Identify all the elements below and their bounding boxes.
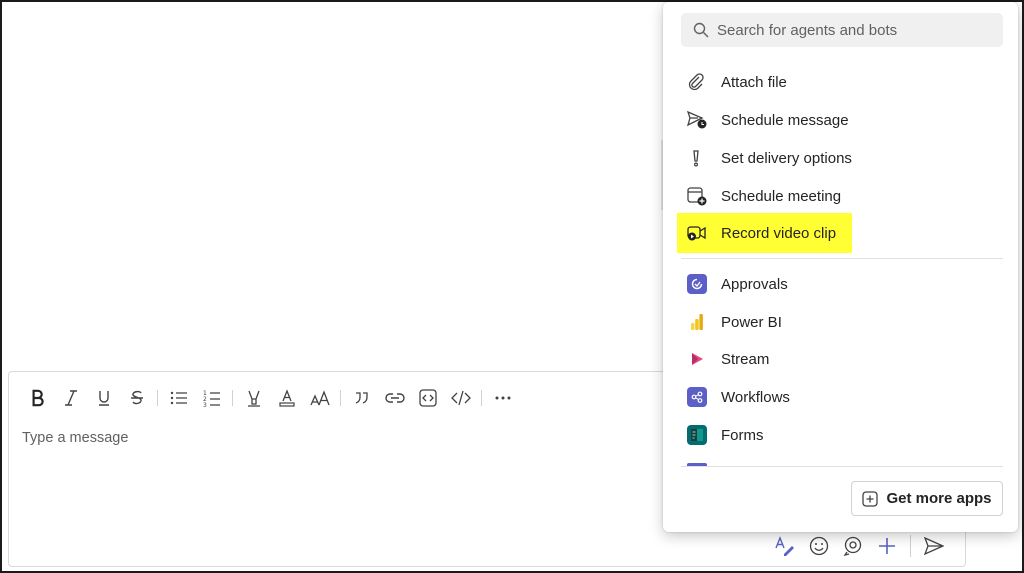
- bulleted-list-icon: [170, 391, 187, 405]
- menu-item-stream[interactable]: Stream: [681, 341, 1003, 377]
- calendar-add-icon: [681, 186, 721, 206]
- forms-icon: [687, 425, 707, 445]
- menu-item-label: Stream: [721, 350, 770, 368]
- loop-icon: [843, 536, 862, 556]
- menu-item-workflows[interactable]: Workflows: [681, 379, 1003, 415]
- underline-button[interactable]: [87, 386, 120, 410]
- format-pen-icon: [775, 536, 794, 556]
- power-bi-icon-wrap: [681, 312, 721, 332]
- font-size-icon: [309, 390, 330, 406]
- underline-icon: [98, 391, 109, 406]
- menu-item-record-video-clip[interactable]: Record video clip: [681, 215, 1003, 251]
- numbered-list-button[interactable]: 123: [195, 386, 228, 410]
- forms-icon-wrap: [681, 425, 721, 445]
- menu-item-forms[interactable]: Forms: [681, 417, 1003, 453]
- strikethrough-icon: [130, 390, 143, 405]
- toolbar-divider: [481, 390, 482, 406]
- menu-divider: [681, 466, 1003, 467]
- highlighter-icon: [247, 390, 260, 407]
- menu-items-layer: Attach file Schedule message Set deliver…: [663, 2, 1018, 532]
- menu-item-attach-file[interactable]: Attach file: [681, 64, 1003, 100]
- menu-item-label: Attach file: [721, 73, 787, 91]
- font-size-button[interactable]: [303, 386, 336, 410]
- menu-divider: [681, 258, 1003, 259]
- formatting-toolbar: 123: [21, 386, 519, 410]
- menu-item-power-bi[interactable]: Power BI: [681, 304, 1003, 340]
- emoji-icon: [809, 536, 829, 556]
- actions-plus-button[interactable]: [870, 532, 904, 560]
- toolbar-divider: [340, 390, 341, 406]
- bold-button[interactable]: [21, 386, 54, 410]
- message-input[interactable]: Type a message: [22, 430, 128, 446]
- menu-item-label: Workflows: [721, 388, 790, 406]
- format-button[interactable]: [768, 532, 802, 560]
- more-options-button[interactable]: [486, 386, 519, 410]
- actions-divider: [910, 535, 911, 557]
- code-snippet-icon: [418, 389, 437, 407]
- get-more-apps-label: Get more apps: [886, 490, 992, 507]
- power-bi-icon: [687, 312, 707, 332]
- send-button[interactable]: [917, 532, 951, 560]
- bulleted-list-button[interactable]: [162, 386, 195, 410]
- send-icon: [924, 537, 944, 555]
- video-clip-icon: [681, 224, 721, 242]
- code-snippet-button[interactable]: [411, 386, 444, 410]
- toolbar-divider: [157, 390, 158, 406]
- menu-item-label: Power BI: [721, 313, 782, 331]
- workflows-icon-wrap: [681, 387, 721, 407]
- menu-item-approvals[interactable]: Approvals: [681, 266, 1003, 302]
- stream-icon: [687, 349, 707, 369]
- code-icon: [450, 390, 471, 406]
- stream-icon-wrap: [681, 349, 721, 369]
- schedule-send-icon: [681, 111, 721, 129]
- quote-icon: [355, 392, 368, 404]
- more-horizontal-icon: [495, 396, 510, 400]
- menu-item-label: Schedule message: [721, 111, 849, 129]
- approvals-icon-wrap: [681, 274, 721, 294]
- bold-icon: [32, 389, 44, 407]
- menu-item-label: Schedule meeting: [721, 187, 842, 205]
- strikethrough-button[interactable]: [120, 386, 153, 410]
- italic-button[interactable]: [54, 386, 87, 410]
- emoji-button[interactable]: [802, 532, 836, 560]
- paperclip-icon: [681, 73, 721, 91]
- font-color-icon: [278, 389, 295, 407]
- menu-item-set-delivery-options[interactable]: Set delivery options: [681, 140, 1003, 176]
- menu-item-label: Set delivery options: [721, 149, 852, 167]
- add-app-icon: [862, 490, 879, 507]
- approvals-icon: [687, 274, 707, 294]
- loop-button[interactable]: [836, 532, 870, 560]
- link-icon: [384, 393, 405, 403]
- link-button[interactable]: [378, 386, 411, 410]
- code-button[interactable]: [444, 386, 477, 410]
- highlight-button[interactable]: [237, 386, 270, 410]
- get-more-apps-button[interactable]: Get more apps: [851, 481, 1003, 516]
- italic-icon: [64, 390, 77, 406]
- numbered-list-icon: 123: [203, 390, 220, 407]
- menu-item-schedule-message[interactable]: Schedule message: [681, 102, 1003, 138]
- compose-actions: [768, 532, 951, 560]
- workflows-icon: [687, 387, 707, 407]
- toolbar-divider: [232, 390, 233, 406]
- menu-item-label: Approvals: [721, 275, 788, 293]
- menu-item-schedule-meeting[interactable]: Schedule meeting: [681, 178, 1003, 214]
- plus-icon: [879, 538, 895, 554]
- menu-item-label: Forms: [721, 426, 764, 444]
- quote-button[interactable]: [345, 386, 378, 410]
- exclamation-icon: [681, 149, 721, 167]
- font-color-button[interactable]: [270, 386, 303, 410]
- menu-item-label: Record video clip: [721, 224, 837, 242]
- svg-text:3: 3: [203, 402, 207, 407]
